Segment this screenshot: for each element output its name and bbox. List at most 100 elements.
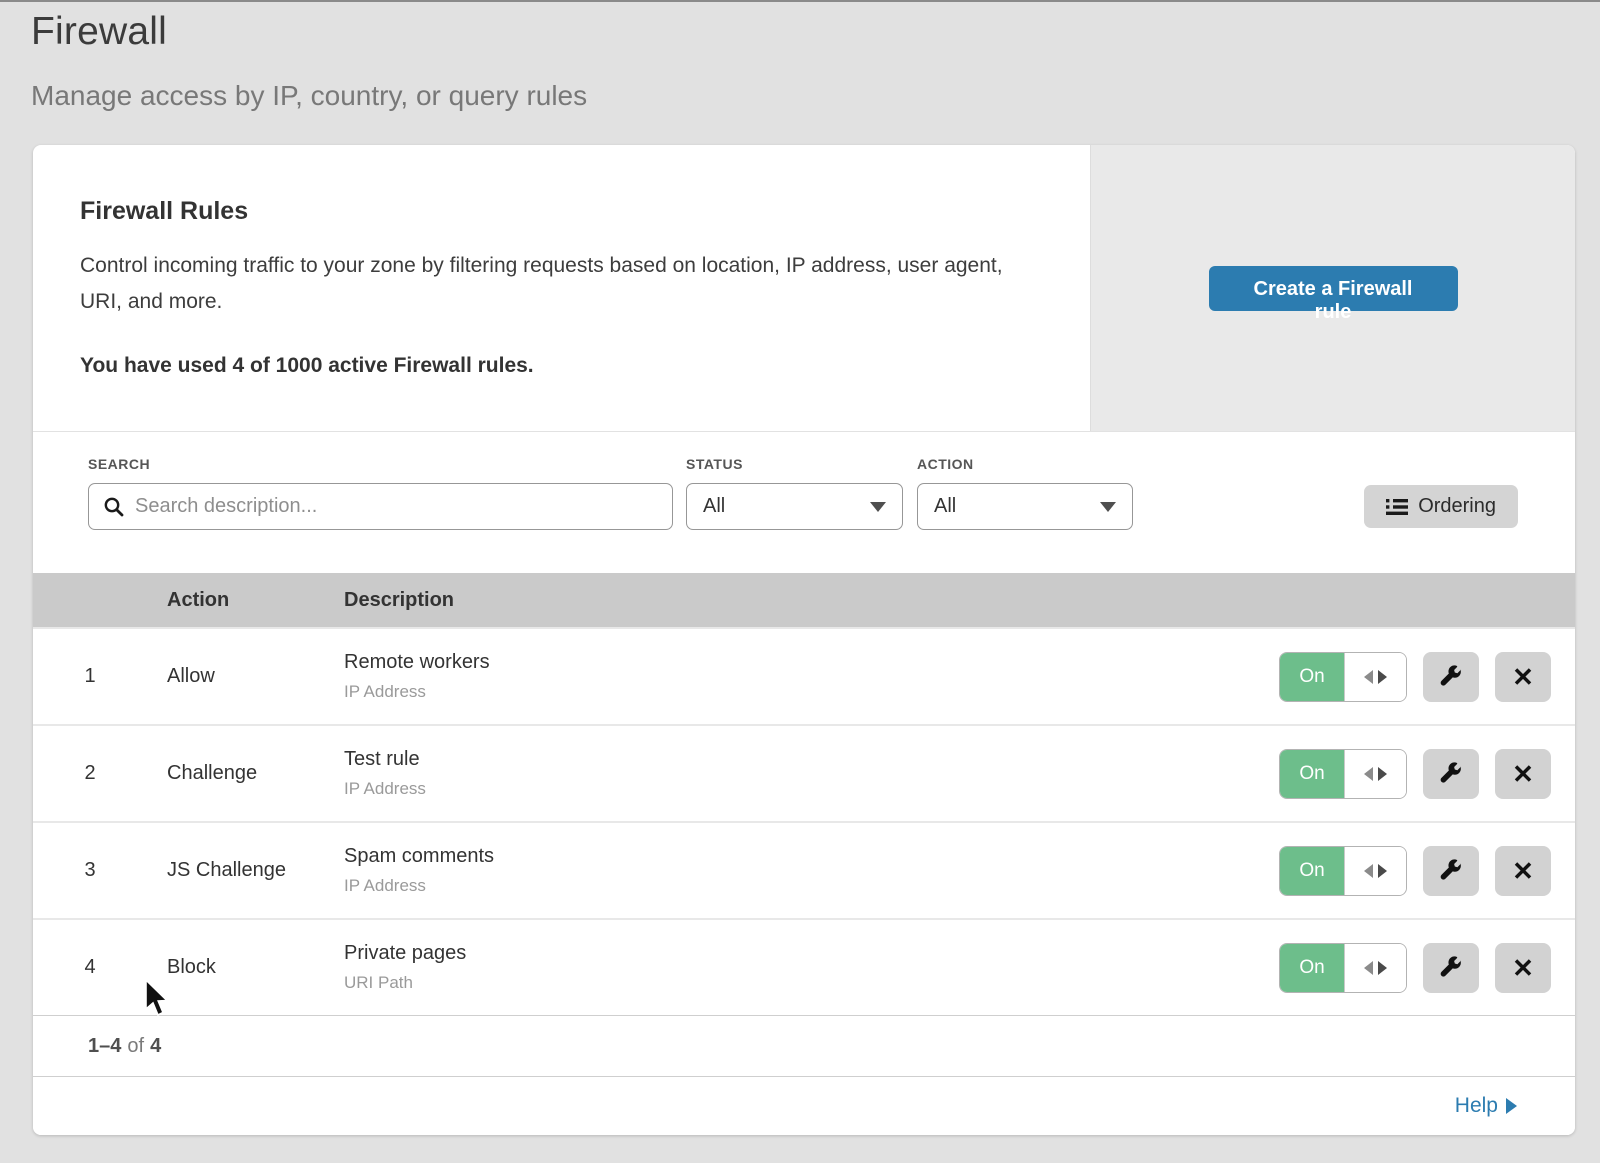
pagination-total: 4 [150, 1035, 161, 1058]
rule-controls: On ✕ [1235, 943, 1575, 993]
table-header: Action Description [33, 573, 1575, 627]
rule-match-type: IP Address [344, 682, 1235, 702]
search-box[interactable] [88, 483, 673, 530]
rule-action: JS Challenge [167, 859, 344, 882]
table-row: 4 Block Private pages URI Path On ✕ [33, 918, 1575, 1015]
toggle-on-label: On [1280, 847, 1344, 895]
pagination-range: 1–4 [88, 1035, 121, 1058]
delete-rule-button[interactable]: ✕ [1495, 943, 1551, 993]
rule-description: Spam comments IP Address [344, 845, 1235, 896]
wrench-icon [1438, 664, 1464, 690]
rule-action: Allow [167, 665, 344, 688]
toggle-knob[interactable] [1344, 847, 1406, 895]
rule-title: Remote workers [344, 651, 1235, 674]
toggle-knob[interactable] [1344, 653, 1406, 701]
rule-enabled-toggle[interactable]: On [1279, 846, 1407, 896]
col-action-header: Action [167, 589, 344, 612]
wrench-icon [1438, 761, 1464, 787]
delete-rule-button[interactable]: ✕ [1495, 846, 1551, 896]
status-dropdown[interactable]: All [686, 483, 903, 530]
delete-rule-button[interactable]: ✕ [1495, 652, 1551, 702]
edit-rule-button[interactable] [1423, 846, 1479, 896]
filter-bar: SEARCH STATUS All ACTION All [33, 432, 1575, 573]
rule-title: Private pages [344, 942, 1235, 965]
toggle-on-label: On [1280, 653, 1344, 701]
search-icon [103, 496, 125, 518]
create-rule-panel: Create a Firewall rule [1090, 145, 1575, 431]
rule-title: Spam comments [344, 845, 1235, 868]
rule-match-type: IP Address [344, 876, 1235, 896]
search-input[interactable] [135, 495, 658, 518]
close-icon: ✕ [1512, 858, 1534, 884]
rule-priority: 2 [33, 762, 167, 785]
page-title: Firewall [31, 10, 1600, 54]
rule-description: Test rule IP Address [344, 748, 1235, 799]
action-label: ACTION [917, 456, 974, 472]
pagination-bar: 1–4 of 4 [33, 1015, 1575, 1077]
card-footer: Help [33, 1077, 1575, 1135]
rule-priority: 3 [33, 859, 167, 882]
col-description-header: Description [344, 589, 1235, 612]
firewall-rules-card: Firewall Rules Control incoming traffic … [33, 145, 1575, 1135]
toggle-right-arrow-icon [1378, 767, 1387, 781]
action-dropdown-value: All [934, 495, 956, 518]
status-label: STATUS [686, 456, 743, 472]
table-row: 1 Allow Remote workers IP Address On ✕ [33, 627, 1575, 724]
toggle-right-arrow-icon [1378, 670, 1387, 684]
chevron-down-icon [870, 502, 886, 512]
table-row: 2 Challenge Test rule IP Address On ✕ [33, 724, 1575, 821]
wrench-icon [1438, 955, 1464, 981]
rule-enabled-toggle[interactable]: On [1279, 943, 1407, 993]
toggle-left-arrow-icon [1364, 670, 1373, 684]
edit-rule-button[interactable] [1423, 749, 1479, 799]
rule-controls: On ✕ [1235, 652, 1575, 702]
rule-enabled-toggle[interactable]: On [1279, 749, 1407, 799]
section-title: Firewall Rules [80, 197, 1030, 226]
close-icon: ✕ [1512, 955, 1534, 981]
help-link-label: Help [1455, 1094, 1498, 1118]
page-subtitle: Manage access by IP, country, or query r… [31, 80, 1600, 112]
status-dropdown-value: All [703, 495, 725, 518]
chevron-down-icon [1100, 502, 1116, 512]
toggle-left-arrow-icon [1364, 767, 1373, 781]
rule-description: Remote workers IP Address [344, 651, 1235, 702]
close-icon: ✕ [1512, 761, 1534, 787]
rule-match-type: IP Address [344, 779, 1235, 799]
toggle-knob[interactable] [1344, 944, 1406, 992]
rule-controls: On ✕ [1235, 749, 1575, 799]
wrench-icon [1438, 858, 1464, 884]
rule-controls: On ✕ [1235, 846, 1575, 896]
ordering-button-label: Ordering [1418, 495, 1496, 518]
toggle-right-arrow-icon [1378, 864, 1387, 878]
rule-action: Challenge [167, 762, 344, 785]
pagination-of: of [127, 1035, 144, 1058]
intro-text-block: Firewall Rules Control incoming traffic … [33, 145, 1090, 431]
intro-section: Firewall Rules Control incoming traffic … [33, 145, 1575, 432]
help-link[interactable]: Help [1455, 1094, 1517, 1118]
create-firewall-rule-button[interactable]: Create a Firewall rule [1209, 266, 1458, 311]
rule-priority: 1 [33, 665, 167, 688]
rule-enabled-toggle[interactable]: On [1279, 652, 1407, 702]
page-header: Firewall Manage access by IP, country, o… [0, 2, 1600, 112]
rule-priority: 4 [33, 956, 167, 979]
delete-rule-button[interactable]: ✕ [1495, 749, 1551, 799]
arrow-right-icon [1506, 1098, 1517, 1114]
rule-description: Private pages URI Path [344, 942, 1235, 993]
edit-rule-button[interactable] [1423, 652, 1479, 702]
usage-count-text: You have used 4 of 1000 active Firewall … [80, 354, 1030, 378]
toggle-right-arrow-icon [1378, 961, 1387, 975]
rule-match-type: URI Path [344, 973, 1235, 993]
table-row: 3 JS Challenge Spam comments IP Address … [33, 821, 1575, 918]
toggle-left-arrow-icon [1364, 864, 1373, 878]
action-dropdown[interactable]: All [917, 483, 1133, 530]
toggle-on-label: On [1280, 944, 1344, 992]
rule-title: Test rule [344, 748, 1235, 771]
ordering-button[interactable]: Ordering [1364, 485, 1518, 528]
search-label: SEARCH [88, 456, 150, 472]
ordered-list-icon [1386, 498, 1408, 516]
edit-rule-button[interactable] [1423, 943, 1479, 993]
toggle-on-label: On [1280, 750, 1344, 798]
section-description: Control incoming traffic to your zone by… [80, 248, 1030, 320]
toggle-knob[interactable] [1344, 750, 1406, 798]
toggle-left-arrow-icon [1364, 961, 1373, 975]
